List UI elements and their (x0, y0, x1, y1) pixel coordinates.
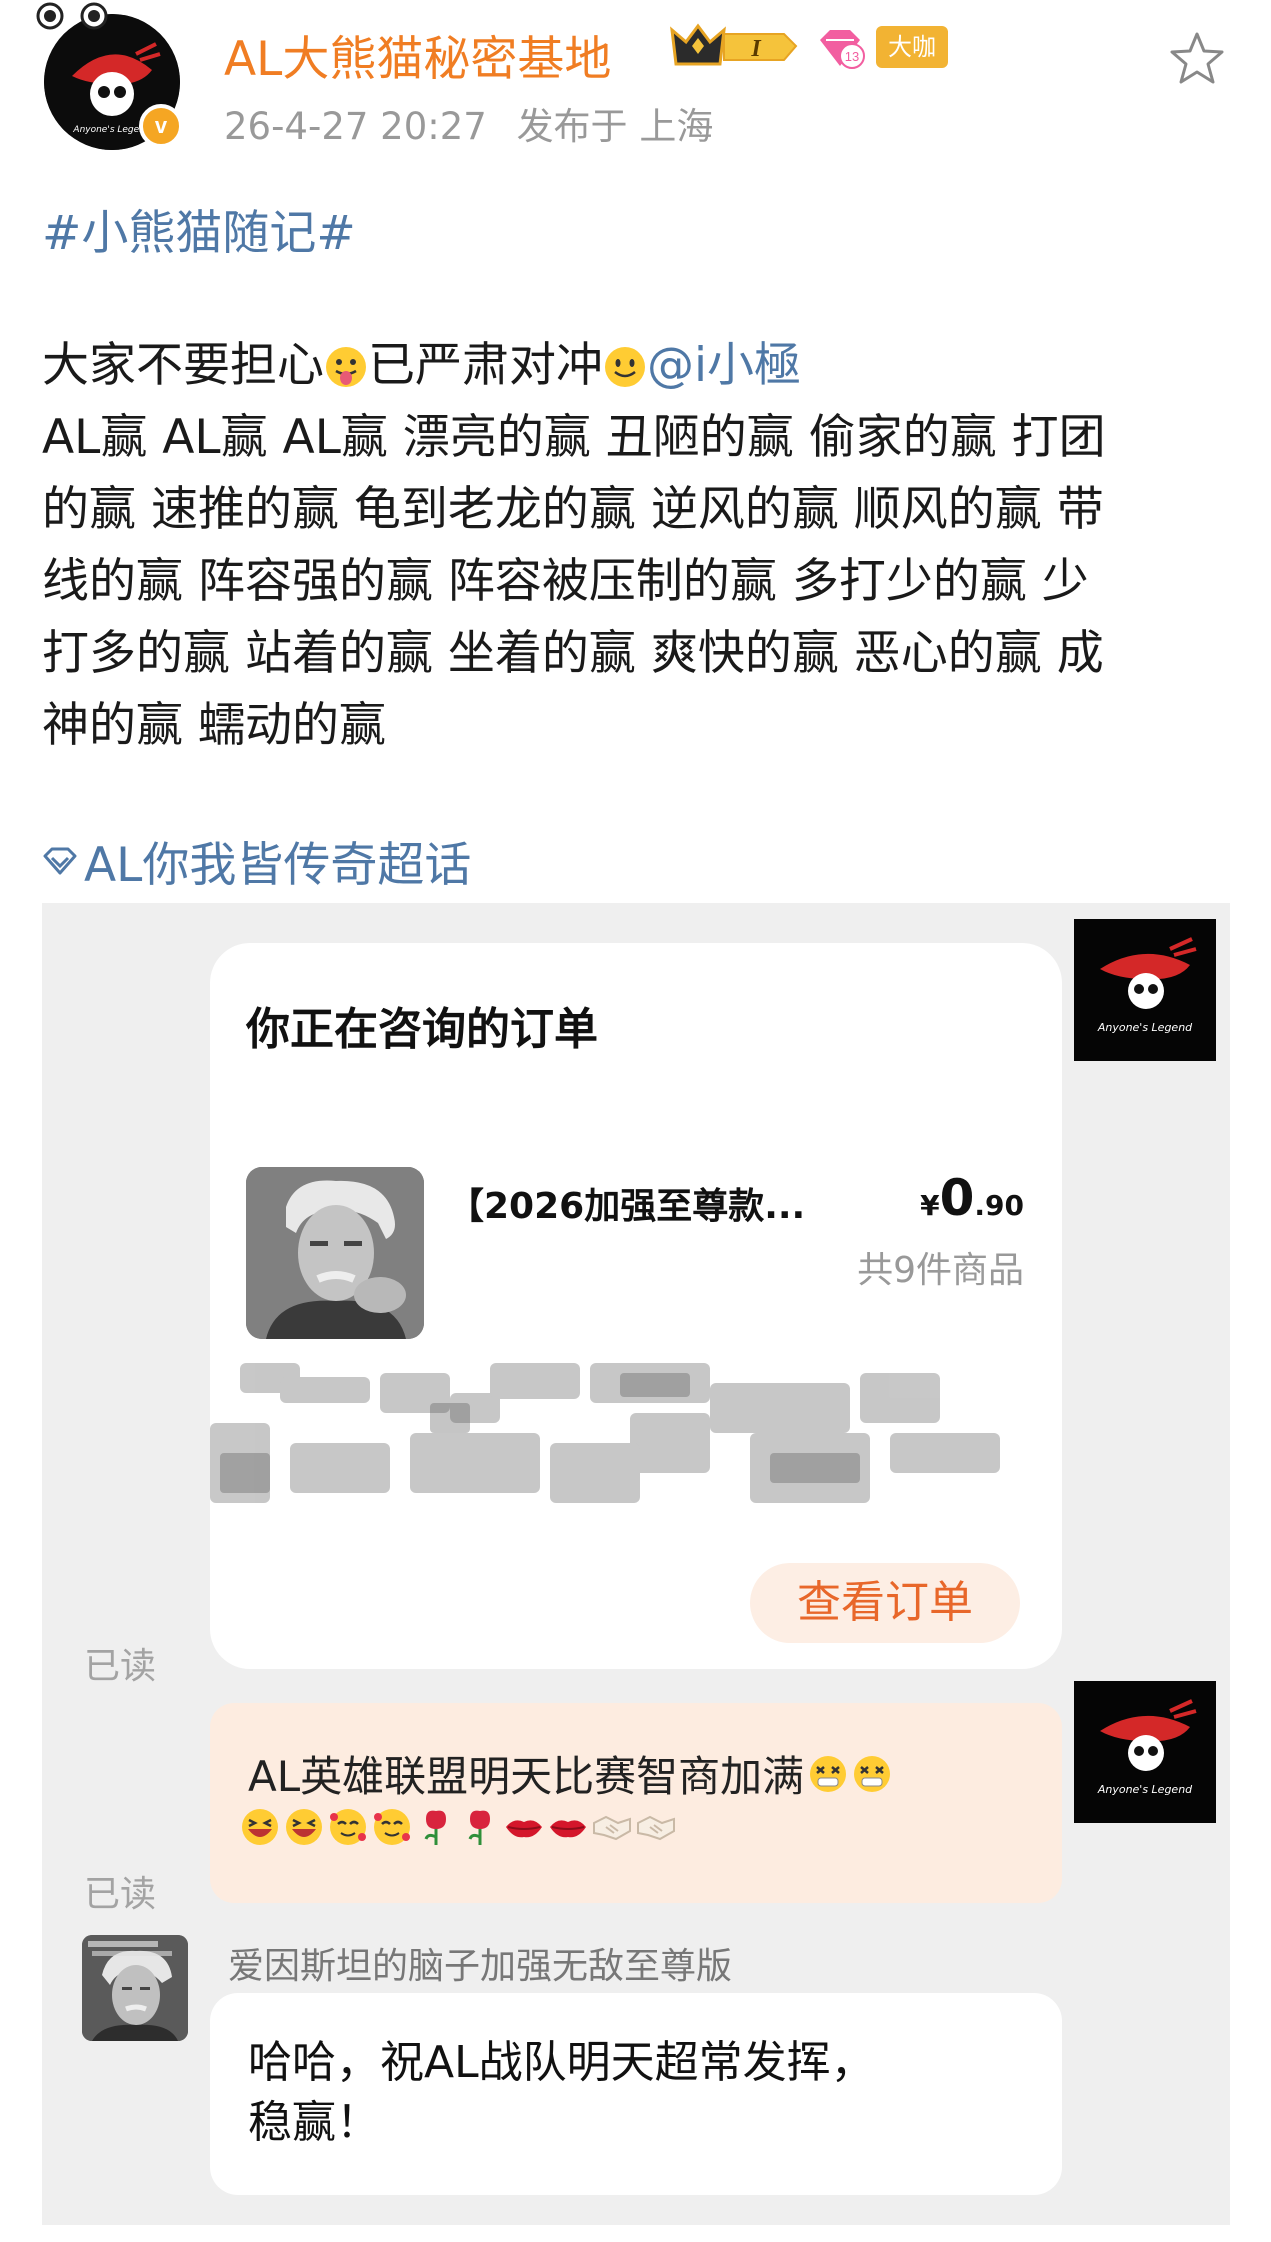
vip-tag: 大咖 (876, 26, 948, 68)
einstein-avatar-icon (82, 1935, 188, 2041)
received-message-bubble[interactable]: 哈哈，祝AL战队明天超常发挥， 稳赢！ (210, 1993, 1062, 2195)
grinning-squint-emoji-icon (242, 1809, 278, 1845)
price-integer: 0 (939, 1169, 975, 1227)
super-topic-label: AL你我皆传奇超话 (84, 838, 472, 893)
favorite-star-icon[interactable] (1168, 30, 1226, 88)
item-count: 共9件商品 (857, 1250, 1024, 1291)
body-text-part2: 已严肃对冲 (368, 338, 603, 393)
post-timestamp: 26-4-27 20:27 (224, 105, 487, 148)
handshake-emoji-icon (637, 1815, 675, 1841)
svg-text:Anyone's Legend: Anyone's Legend (1097, 1783, 1193, 1796)
chat-screenshot: Anyone's Legend 你正在咨询的订单 【2026加强至尊款... ¥… (42, 903, 1230, 2225)
body-text-part1: 大家不要担心 (42, 338, 324, 393)
sent-message-bubble[interactable]: AL英雄联盟明天比赛智商加满 (210, 1703, 1062, 1903)
handshake-emoji-icon (593, 1815, 631, 1841)
post-location: 发布于 上海 (516, 105, 714, 148)
body-intro-line: 大家不要担心 已严肃对冲 @i小極 (42, 330, 1237, 402)
order-card-title: 你正在咨询的订单 (246, 1004, 598, 1055)
reply-text: 哈哈，祝AL战队明天超常发挥， 稳赢！ (248, 2033, 1028, 2153)
reply-text-line: 稳赢！ (248, 2097, 380, 2148)
dizzy-face-emoji-icon (854, 1755, 891, 1792)
redaction-scribble (210, 1363, 1000, 1503)
svg-text:13: 13 (845, 49, 859, 64)
diamond-topic-icon (43, 847, 77, 874)
lips-emoji-icon (550, 1820, 586, 1838)
sender-name: 爱因斯坦的脑子加强无敌至尊版 (228, 1946, 733, 1987)
shop-logo-icon: Anyone's Legend (1074, 919, 1216, 1061)
smiling-hearts-emoji-icon (330, 1809, 366, 1845)
emoji-line (236, 1807, 676, 1847)
shop-avatar: Anyone's Legend (1074, 1681, 1216, 1823)
price-decimal: .90 (974, 1189, 1024, 1222)
product-price: ¥0.90 (920, 1169, 1024, 1227)
smile-emoji-icon (605, 347, 645, 387)
hashtag-link[interactable]: #小熊猫随记# (42, 194, 356, 263)
order-card[interactable]: 你正在咨询的订单 【2026加强至尊款... ¥0.90 共9件商品 查看订单 (210, 943, 1062, 1669)
dizzy-face-emoji-icon (810, 1755, 847, 1792)
grinning-squint-emoji-icon (286, 1809, 322, 1845)
super-topic-link[interactable]: AL你我皆传奇超话 (42, 826, 471, 895)
view-order-button[interactable]: 查看订单 (750, 1563, 1020, 1643)
post-meta: 26-4-27 20:27 发布于 上海 (224, 96, 731, 150)
svg-text:I: I (750, 36, 762, 62)
smiling-hearts-emoji-icon (374, 1809, 410, 1845)
shop-avatar: Anyone's Legend (1074, 919, 1216, 1061)
product-name: 【2026加强至尊款... (448, 1186, 806, 1227)
panda-ears-icon (36, 2, 108, 30)
rose-emoji-icon (468, 1810, 490, 1845)
lips-emoji-icon (506, 1820, 542, 1838)
user-mention-link[interactable]: @i小極 (647, 338, 801, 393)
body-win-line: 神的赢 蠕动的赢 (42, 698, 386, 753)
product-thumbnail (246, 1167, 424, 1339)
sender-avatar (82, 1935, 188, 2041)
body-win-line: 打多的赢 站着的赢 坐着的赢 爽快的赢 恶心的赢 成 (42, 626, 1104, 681)
read-receipt: 已读 (84, 1646, 157, 1687)
rose-emoji-icon (424, 1810, 446, 1845)
tongue-emoji-icon (326, 347, 366, 387)
post-body: 大家不要担心 已严肃对冲 @i小極 AL赢 AL赢 AL赢 漂亮的赢 丑陋的赢 偷家… (42, 330, 1237, 762)
svg-text:Anyone's Legend: Anyone's Legend (1097, 1021, 1193, 1034)
diamond-level-icon: 13 (820, 30, 865, 69)
verified-badge-icon: v (139, 104, 183, 148)
reply-text-line: 哈哈，祝AL战队明天超常发挥， (248, 2037, 875, 2088)
message-text-line: AL英雄联盟明天比赛智商加满 (248, 1743, 892, 1804)
read-receipt: 已读 (84, 1874, 157, 1915)
user-name[interactable]: AL大熊猫秘密基地 (224, 20, 611, 89)
crown-level-badge-icon: I (670, 23, 798, 66)
message-text: AL英雄联盟明天比赛智商加满 (248, 1752, 805, 1801)
shop-logo-icon: Anyone's Legend (1074, 1681, 1216, 1823)
price-currency: ¥ (920, 1189, 940, 1222)
einstein-portrait-icon (246, 1167, 424, 1339)
body-win-line: 线的赢 阵容强的赢 阵容被压制的赢 多打少的赢 少 (42, 554, 1089, 609)
body-win-line: AL赢 AL赢 AL赢 漂亮的赢 丑陋的赢 偷家的赢 打团 (42, 410, 1106, 465)
body-win-line: 的赢 速推的赢 龟到老龙的赢 逆风的赢 顺风的赢 带 (42, 482, 1104, 537)
